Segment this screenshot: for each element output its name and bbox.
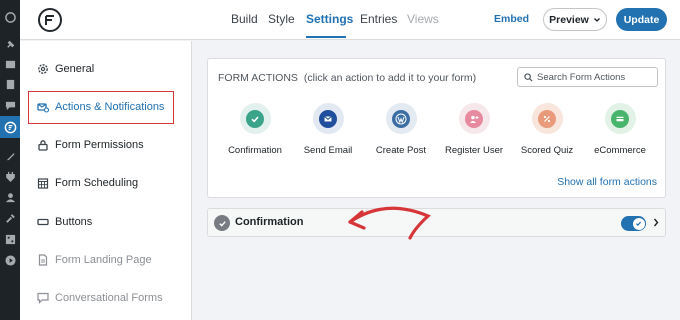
tab-views[interactable]: Views: [407, 12, 439, 26]
search-form-actions-input[interactable]: Search Form Actions: [517, 67, 658, 87]
sidebar-item-label: Actions & Notifications: [55, 101, 165, 113]
wp-admin-sidebar: [0, 0, 20, 320]
form-actions-hint: (click an action to add it to your form): [303, 72, 477, 84]
sidebar-item-label: General: [55, 63, 95, 75]
show-all-form-actions-link[interactable]: Show all form actions: [557, 176, 657, 188]
action-label: Register User: [444, 145, 504, 156]
page-icon: [37, 254, 49, 266]
action-send-email[interactable]: Send Email: [288, 103, 368, 156]
embed-button[interactable]: Embed: [494, 13, 529, 25]
percent-icon: [538, 109, 556, 128]
action-label: Send Email: [303, 145, 353, 156]
preview-label: Preview: [549, 13, 589, 26]
calendar-icon: [37, 177, 49, 189]
settings-sidebar: General Actions & Notifications Form Per…: [20, 41, 192, 320]
sidebar-item-label: Form Permissions: [55, 139, 144, 151]
sidebar-item-general[interactable]: General: [37, 59, 94, 79]
tab-style[interactable]: Style: [268, 12, 295, 26]
lock-icon: [37, 139, 49, 151]
tools-icon[interactable]: [4, 212, 16, 224]
plugins-icon[interactable]: [4, 170, 16, 182]
action-label: Scored Quiz: [520, 145, 574, 156]
search-icon: [524, 72, 533, 82]
active-tab-indicator: [306, 36, 346, 38]
envelope-icon: [319, 109, 337, 128]
chat-icon: [37, 292, 49, 304]
builder-header: Build Style Settings Entries Views Embed…: [20, 0, 680, 40]
form-actions-heading: FORM ACTIONS (click an action to add it t…: [218, 72, 476, 84]
sidebar-item-label: Form Scheduling: [55, 177, 139, 189]
sidebar-item-buttons[interactable]: Buttons: [37, 212, 92, 232]
tab-entries[interactable]: Entries: [360, 12, 397, 26]
action-ecommerce[interactable]: eCommerce: [580, 103, 660, 156]
tab-settings[interactable]: Settings: [306, 12, 353, 26]
action-create-post[interactable]: Create Post: [361, 103, 441, 156]
sidebar-item-form-permissions[interactable]: Form Permissions: [37, 135, 144, 155]
wpforms-logo-icon[interactable]: [38, 8, 62, 32]
annotation-arrow: [348, 206, 431, 240]
play-icon[interactable]: [4, 254, 16, 266]
sidebar-item-form-scheduling[interactable]: Form Scheduling: [37, 173, 138, 193]
chevron-down-icon: [593, 17, 600, 22]
dashboard-icon[interactable]: [4, 11, 16, 23]
update-button[interactable]: Update: [616, 8, 667, 31]
users-icon[interactable]: [4, 191, 16, 203]
action-label: Create Post: [375, 145, 427, 156]
action-scored-quiz[interactable]: Scored Quiz: [507, 103, 587, 156]
action-confirmation[interactable]: Confirmation: [215, 103, 295, 156]
pages-icon[interactable]: [4, 78, 16, 90]
tab-build[interactable]: Build: [231, 12, 258, 26]
sidebar-item-label: Buttons: [55, 216, 93, 228]
chevron-right-icon[interactable]: [652, 217, 660, 231]
sidebar-item-actions-notifications[interactable]: Actions & Notifications: [37, 97, 164, 117]
credit-card-icon: [611, 109, 629, 128]
check-icon: [246, 109, 264, 128]
confirmation-toggle[interactable]: [621, 216, 646, 231]
action-register-user[interactable]: Register User: [434, 103, 514, 156]
wpforms-icon[interactable]: [0, 116, 20, 138]
sidebar-item-conversational-forms[interactable]: Conversational Forms: [37, 288, 163, 308]
pin-icon[interactable]: [4, 38, 16, 50]
settings-icon[interactable]: [4, 233, 16, 245]
toggle-check-icon: [632, 217, 645, 230]
comments-icon[interactable]: [4, 99, 16, 111]
confirmation-row-label: Confirmation: [235, 216, 304, 228]
appearance-icon[interactable]: [4, 150, 16, 162]
wordpress-icon: [392, 109, 410, 128]
check-circle-icon: [214, 215, 230, 231]
action-label: Confirmation: [228, 145, 282, 156]
preview-button[interactable]: Preview: [543, 8, 607, 31]
button-icon: [37, 216, 49, 228]
add-user-icon: [465, 109, 483, 128]
gear-icon: [37, 63, 49, 75]
search-placeholder: Search Form Actions: [537, 71, 626, 83]
sidebar-item-form-landing-page[interactable]: Form Landing Page: [37, 250, 152, 270]
media-icon[interactable]: [4, 58, 16, 70]
form-actions-title: FORM ACTIONS: [218, 72, 298, 84]
action-label: eCommerce: [594, 145, 646, 156]
sidebar-item-label: Form Landing Page: [55, 254, 152, 266]
form-actions-panel: FORM ACTIONS (click an action to add it t…: [207, 58, 666, 198]
sidebar-item-label: Conversational Forms: [55, 292, 163, 304]
actions-icon: [37, 101, 49, 113]
